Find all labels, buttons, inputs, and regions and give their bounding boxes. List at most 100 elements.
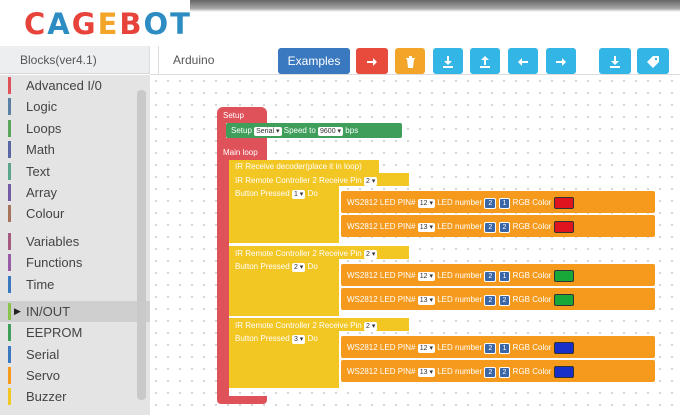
category-logic[interactable]: Logic [0,96,150,117]
led-pin-value: 12 [419,273,428,281]
led-pin-dropdown[interactable]: 12 ▾ [417,272,435,282]
category-functions[interactable]: Functions [0,252,150,273]
serial-setup-block[interactable]: Setup Serial ▾ Speed to 9600 ▾ bps [226,123,402,138]
examples-button[interactable]: Examples [278,48,350,74]
serial-port-dropdown[interactable]: Serial ▾ [254,127,282,136]
category-loops[interactable]: Loops [0,118,150,139]
category-time[interactable]: Time [0,274,150,295]
led-label: WS2812 LED [347,295,396,305]
baud-dropdown[interactable]: 9600 ▾ [318,127,344,136]
sidebar-scrollbar[interactable] [137,90,146,400]
category-eeprom[interactable]: EEPROM [0,322,150,343]
rgb-color-swatch[interactable] [553,366,574,378]
run-button[interactable] [356,48,388,74]
receive-pin-dropdown[interactable]: 2 ▾ [363,177,378,186]
category-label: Time [26,276,55,292]
led-pin-value: 13 [419,369,428,377]
category-label: EEPROM [26,325,83,341]
led-number-b[interactable]: 1 [498,198,511,210]
category-label: Buzzer [26,389,67,405]
pin-label: PIN# [397,271,416,281]
ws2812-led-block[interactable]: WS2812 LED PIN# 13 ▾ LED number 2 2 RGB … [341,360,655,382]
button-number-dropdown[interactable]: 3 ▾ [291,335,306,344]
receive-pin-dropdown[interactable]: 2 ▾ [363,322,378,331]
serial-port-value: Serial [256,128,275,135]
upload-button[interactable] [470,48,500,74]
tab-arduino[interactable]: Arduino [158,46,273,74]
category-label: Logic [26,99,58,115]
led-number-a[interactable]: 2 [484,198,497,210]
category-sidebar: Advanced I/0 Logic Loops Math Text Array Colou… [0,75,150,415]
receive-pin-dropdown[interactable]: 2 ▾ [363,250,378,259]
block-workspace[interactable]: Setup Setup Serial ▾ Speed to 9600 ▾ bps… [150,75,680,415]
category-colour[interactable]: Colour [0,203,150,224]
save-button[interactable] [599,48,631,74]
led-number-a[interactable]: 2 [484,343,497,355]
category-in-out[interactable]: ▶ IN/OUT [0,300,150,323]
led-number-a[interactable]: 2 [484,271,497,283]
receive-pin-value: 2 [365,178,370,185]
led-number-b[interactable]: 2 [498,367,511,379]
logo-letter: O [143,7,171,41]
button-number-dropdown[interactable]: 1 ▾ [291,190,306,199]
ws2812-led-block[interactable]: WS2812 LED PIN# 12 ▾ LED number 2 1 RGB … [341,336,655,358]
sidebar-header: Blocks(ver4.1) [0,46,150,74]
ws2812-led-block[interactable]: WS2812 LED PIN# 12 ▾ LED number 2 1 RGB … [341,191,655,213]
category-advanced-i-0[interactable]: Advanced I/0 [0,75,150,96]
category-array[interactable]: Array [0,182,150,203]
led-pin-dropdown[interactable]: 12 ▾ [417,344,435,354]
receive-pin-label: Receive Pin [319,249,362,258]
setup-block-foot [217,138,267,146]
baud-value: 9600 [320,128,336,135]
led-number-a[interactable]: 2 [484,367,497,379]
led-pin-dropdown[interactable]: 13 ▾ [417,223,435,233]
setup-block[interactable]: Setup [217,107,267,123]
undo-button[interactable] [508,48,538,74]
led-pin-value: 12 [419,345,428,353]
led-number-b[interactable]: 1 [498,343,511,355]
rgb-color-swatch[interactable] [553,294,574,306]
led-number-b[interactable]: 2 [498,222,511,234]
category-variables[interactable]: Variables [0,231,150,252]
button-number-value: 1 [293,191,298,198]
led-label: WS2812 LED [347,222,396,232]
ws2812-led-block[interactable]: WS2812 LED PIN# 12 ▾ LED number 2 1 RGB … [341,264,655,286]
led-number-a[interactable]: 2 [484,295,497,307]
category-math[interactable]: Math [0,139,150,160]
led-number-b[interactable]: 2 [498,295,511,307]
main-loop-block[interactable]: Main loop [217,146,267,160]
rgb-color-swatch[interactable] [553,197,574,209]
category-servo[interactable]: Servo [0,365,150,386]
rgb-color-swatch[interactable] [553,342,574,354]
redo-button[interactable] [546,48,576,74]
ir-comment-block[interactable]: IR Receive decoder(place it in loop) [229,160,379,173]
delete-button[interactable] [395,48,425,74]
category-label: Loops [26,120,62,136]
led-number-a[interactable]: 2 [484,222,497,234]
led-pin-dropdown[interactable]: 12 ▾ [417,199,435,209]
ir-remote-header: IR Remote Controller 2 Receive Pin 2 ▾ [229,246,409,259]
upload-icon [480,55,490,68]
main-loop-label: Main loop [223,148,258,157]
button-number-dropdown[interactable]: 2 ▾ [291,263,306,272]
ws2812-led-block[interactable]: WS2812 LED PIN# 13 ▾ LED number 2 2 RGB … [341,288,655,310]
download-button[interactable] [433,48,463,74]
rgb-color-swatch[interactable] [553,270,574,282]
led-number-b[interactable]: 1 [498,271,511,283]
ws2812-led-block[interactable]: WS2812 LED PIN# 13 ▾ LED number 2 2 RGB … [341,215,655,237]
pin-label: PIN# [397,295,416,305]
rgb-color-label: RGB Color [512,367,552,377]
led-pin-dropdown[interactable]: 13 ▾ [417,296,435,306]
category-label: Advanced I/0 [26,78,102,93]
tag-button[interactable] [637,48,669,74]
led-pin-dropdown[interactable]: 13 ▾ [417,368,435,378]
led-number-a-value: 2 [488,224,493,232]
led-label: WS2812 LED [347,198,396,208]
category-text[interactable]: Text [0,161,150,182]
category-color-bar [8,254,11,272]
category-serial[interactable]: Serial [0,344,150,365]
category-color-bar [8,119,11,137]
rgb-color-swatch[interactable] [553,221,574,233]
category-buzzer[interactable]: Buzzer [0,386,150,407]
led-number-b-value: 1 [502,345,507,353]
